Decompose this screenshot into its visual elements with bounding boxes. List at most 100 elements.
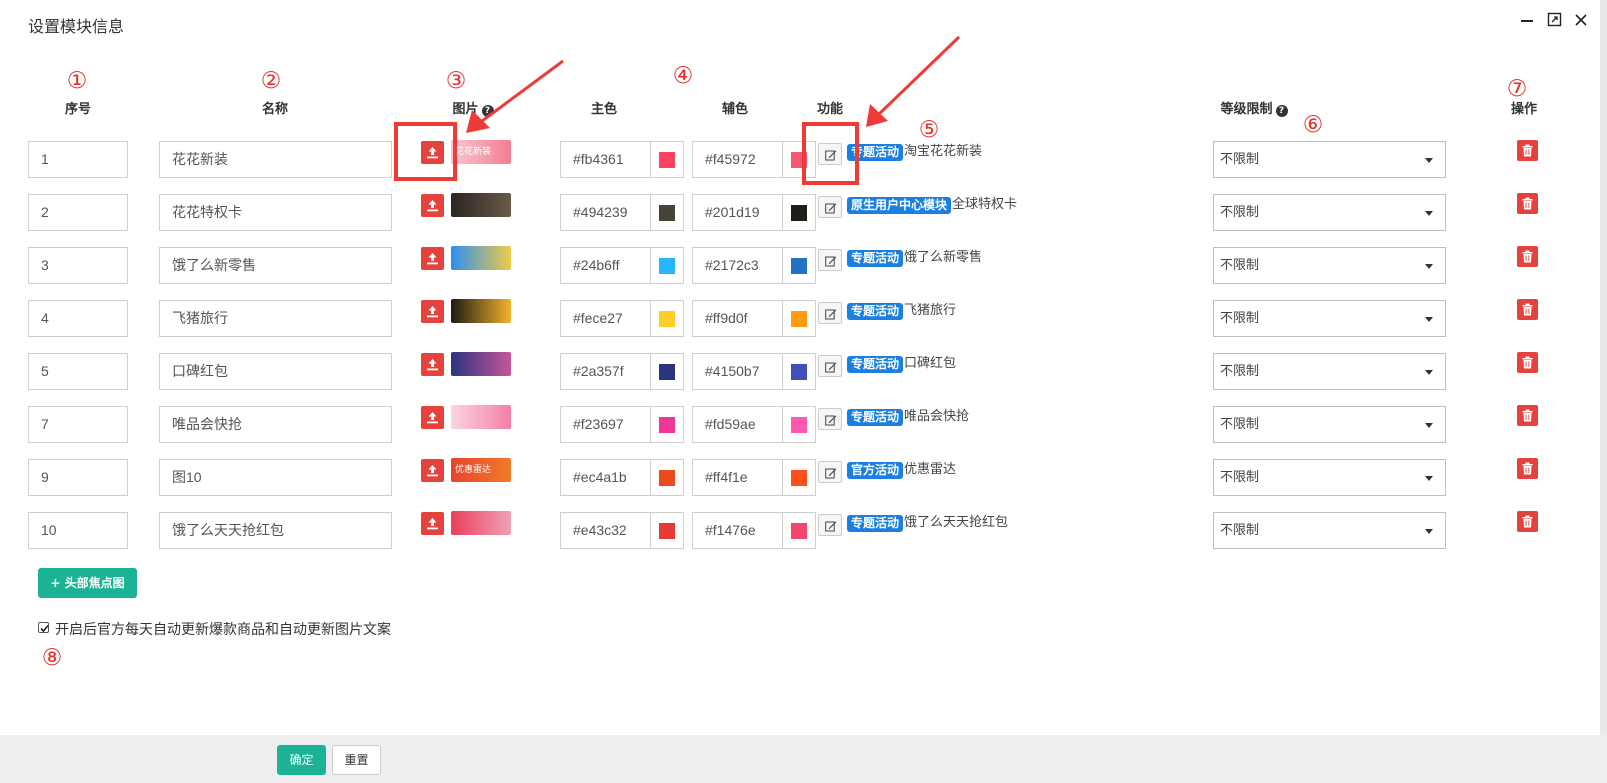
close-icon[interactable] xyxy=(1571,12,1591,32)
primary-color-picker[interactable] xyxy=(650,300,684,337)
secondary-color-input[interactable]: #201d19 xyxy=(692,194,783,231)
seq-input[interactable]: 10 xyxy=(28,512,128,549)
table-row: 9 图10 优惠雷达 #ec4a1b #ff4f1e 官方活动 优惠雷达 不限制 xyxy=(0,457,1580,497)
secondary-color-swatch xyxy=(791,470,807,486)
seq-input[interactable]: 1 xyxy=(28,141,128,178)
primary-color-input[interactable]: #f23697 xyxy=(560,406,651,443)
table-row: 3 饿了么新零售 #24b6ff #2172c3 专题活动 饿了么新零售 不限制 xyxy=(0,245,1580,285)
edit-function-button[interactable] xyxy=(818,514,842,536)
name-input[interactable]: 口碑红包 xyxy=(159,353,392,390)
upload-button[interactable] xyxy=(421,406,444,429)
delete-button[interactable] xyxy=(1517,511,1538,532)
edit-function-button[interactable] xyxy=(818,302,842,324)
primary-color-input[interactable]: #ec4a1b xyxy=(560,459,651,496)
seq-input[interactable]: 5 xyxy=(28,353,128,390)
upload-button[interactable] xyxy=(421,194,444,217)
column-header-level-label: 等级限制 xyxy=(1220,102,1273,117)
reset-button[interactable]: 重置 xyxy=(332,745,381,775)
primary-color-picker[interactable] xyxy=(650,353,684,390)
delete-button[interactable] xyxy=(1517,299,1538,320)
level-select[interactable]: 不限制 xyxy=(1213,459,1446,496)
seq-input[interactable]: 2 xyxy=(28,194,128,231)
secondary-color-picker[interactable] xyxy=(782,247,816,284)
delete-button[interactable] xyxy=(1517,405,1538,426)
confirm-button[interactable]: 确定 xyxy=(277,745,326,775)
secondary-color-picker[interactable] xyxy=(782,353,816,390)
secondary-color-input[interactable]: #f1476e xyxy=(692,512,783,549)
primary-color-input[interactable]: #24b6ff xyxy=(560,247,651,284)
delete-button[interactable] xyxy=(1517,193,1538,214)
add-header-banner-button[interactable]: + 头部焦点图 xyxy=(38,568,137,598)
name-input[interactable]: 飞猪旅行 xyxy=(159,300,392,337)
secondary-color-picker[interactable] xyxy=(782,459,816,496)
primary-color-picker[interactable] xyxy=(650,247,684,284)
delete-button[interactable] xyxy=(1517,246,1538,267)
delete-button[interactable] xyxy=(1517,458,1538,479)
auto-update-checkbox[interactable] xyxy=(38,622,49,633)
secondary-color-input[interactable]: #f45972 xyxy=(692,141,783,178)
secondary-color-input[interactable]: #4150b7 xyxy=(692,353,783,390)
upload-button[interactable] xyxy=(421,512,444,535)
primary-color-input[interactable]: #494239 xyxy=(560,194,651,231)
seq-input[interactable]: 3 xyxy=(28,247,128,284)
secondary-color-swatch xyxy=(791,364,807,380)
help-icon[interactable]: ? xyxy=(1275,105,1288,117)
secondary-color-swatch xyxy=(791,205,807,221)
thumbnail-image xyxy=(451,246,511,270)
upload-button[interactable] xyxy=(421,247,444,270)
name-input[interactable]: 唯品会快抢 xyxy=(159,406,392,443)
name-input[interactable]: 花花特权卡 xyxy=(159,194,392,231)
delete-button[interactable] xyxy=(1517,140,1538,161)
name-input[interactable]: 饿了么新零售 xyxy=(159,247,392,284)
delete-button[interactable] xyxy=(1517,352,1538,373)
seq-input[interactable]: 4 xyxy=(28,300,128,337)
annotation-marker-1: ① xyxy=(66,68,88,94)
edit-function-button[interactable] xyxy=(818,355,842,377)
edit-function-button[interactable] xyxy=(818,408,842,430)
secondary-color-picker[interactable] xyxy=(782,406,816,443)
primary-color-input[interactable]: #fece27 xyxy=(560,300,651,337)
name-input[interactable]: 花花新装 xyxy=(159,141,392,178)
level-select[interactable]: 不限制 xyxy=(1213,353,1446,390)
name-input[interactable]: 图10 xyxy=(159,459,392,496)
primary-color-picker[interactable] xyxy=(650,141,684,178)
primary-color-input[interactable]: #e43c32 xyxy=(560,512,651,549)
help-icon[interactable]: ? xyxy=(481,105,494,117)
upload-button[interactable] xyxy=(421,459,444,482)
secondary-color-picker[interactable] xyxy=(782,194,816,231)
column-header-action: 操作 xyxy=(1510,102,1537,117)
primary-color-picker[interactable] xyxy=(650,406,684,443)
seq-input[interactable]: 7 xyxy=(28,406,128,443)
annotation-arrow-2 xyxy=(876,35,961,117)
level-select[interactable]: 不限制 xyxy=(1213,247,1446,284)
level-select[interactable]: 不限制 xyxy=(1213,300,1446,337)
name-input[interactable]: 饿了么天天抢红包 xyxy=(159,512,392,549)
annotation-highlight-upload xyxy=(394,122,457,181)
upload-icon xyxy=(427,253,438,265)
maximize-icon[interactable] xyxy=(1544,12,1564,32)
secondary-color-input[interactable]: #ff9d0f xyxy=(692,300,783,337)
seq-input[interactable]: 9 xyxy=(28,459,128,496)
primary-color-input[interactable]: #2a357f xyxy=(560,353,651,390)
edit-function-button[interactable] xyxy=(818,196,842,218)
level-select[interactable]: 不限制 xyxy=(1213,141,1446,178)
level-select[interactable]: 不限制 xyxy=(1213,512,1446,549)
level-select[interactable]: 不限制 xyxy=(1213,194,1446,231)
level-select[interactable]: 不限制 xyxy=(1213,406,1446,443)
primary-color-picker[interactable] xyxy=(650,194,684,231)
secondary-color-input[interactable]: #2172c3 xyxy=(692,247,783,284)
upload-button[interactable] xyxy=(421,353,444,376)
edit-function-button[interactable] xyxy=(818,249,842,271)
function-name: 饿了么新零售 xyxy=(904,250,983,265)
minimize-icon[interactable] xyxy=(1517,12,1537,32)
secondary-color-input[interactable]: #ff4f1e xyxy=(692,459,783,496)
primary-color-picker[interactable] xyxy=(650,459,684,496)
secondary-color-picker[interactable] xyxy=(782,512,816,549)
primary-color-picker[interactable] xyxy=(650,512,684,549)
secondary-color-input[interactable]: #fd59ae xyxy=(692,406,783,443)
primary-color-input[interactable]: #fb4361 xyxy=(560,141,651,178)
secondary-color-picker[interactable] xyxy=(782,300,816,337)
upload-button[interactable] xyxy=(421,300,444,323)
vertical-scrollbar[interactable] xyxy=(1600,0,1607,735)
edit-function-button[interactable] xyxy=(818,461,842,483)
